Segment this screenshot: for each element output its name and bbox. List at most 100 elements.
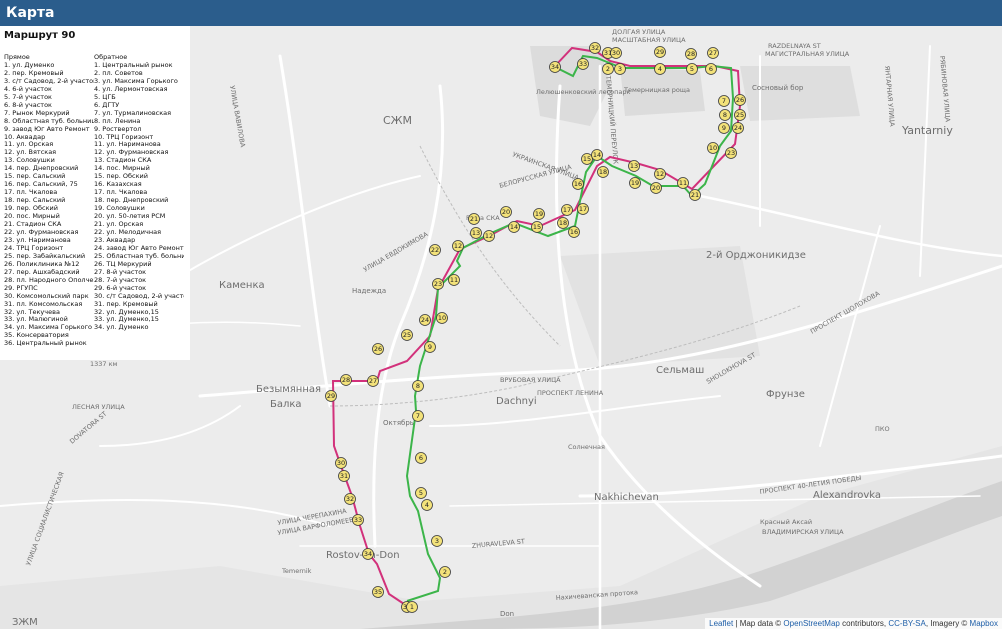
label-yantarny: Yantarniy: [901, 124, 953, 137]
attrib-text-3: , Imagery ©: [925, 619, 970, 628]
stop-marker[interactable]: 3: [614, 63, 626, 75]
ccbysa-link[interactable]: CC-BY-SA: [888, 619, 926, 628]
mapbox-link[interactable]: Mapbox: [970, 619, 998, 628]
stop-list-item: 10. Аквадар: [4, 133, 46, 141]
stop-marker[interactable]: 21: [689, 189, 701, 201]
stop-marker[interactable]: 18: [557, 217, 569, 229]
label-magistralnaya: МАГИСТРАЛЬНАЯ УЛИЦА: [765, 50, 850, 58]
forward-stop-list: 1. ул. Думенко 2. пер. Кремовый 3. с/т Сад…: [4, 62, 94, 348]
stop-list-item: 28. пл. Народного Ополчения: [4, 276, 94, 284]
stop-marker[interactable]: 5: [686, 63, 698, 75]
stop-marker[interactable]: 10: [436, 312, 448, 324]
stop-marker[interactable]: 31: [338, 470, 350, 482]
stop-marker[interactable]: 32: [344, 493, 356, 505]
stop-marker[interactable]: 10: [707, 142, 719, 154]
stop-marker[interactable]: 8: [412, 380, 424, 392]
stop-marker[interactable]: 33: [577, 58, 589, 70]
stop-marker[interactable]: 18: [597, 166, 609, 178]
stop-marker[interactable]: 27: [707, 47, 719, 59]
stop-list-item: 12. ул. Фурмановская: [94, 149, 169, 157]
stop-marker[interactable]: 13: [470, 227, 482, 239]
stop-list-item: 15. пер. Сальский: [4, 173, 66, 181]
stop-marker[interactable]: 26: [734, 94, 746, 106]
stop-marker[interactable]: 17: [561, 204, 573, 216]
svg-text:34: 34: [551, 63, 559, 71]
stop-list-item: 16. Казахская: [94, 181, 142, 189]
stop-marker[interactable]: 12: [452, 240, 464, 252]
stop-marker[interactable]: 30: [335, 457, 347, 469]
label-oktyabr: Октябрь: [383, 419, 414, 427]
stop-marker[interactable]: 20: [650, 182, 662, 194]
stop-marker[interactable]: 9: [718, 122, 730, 134]
stop-marker[interactable]: 12: [483, 230, 495, 242]
stop-marker[interactable]: 33: [352, 514, 364, 526]
stop-list-item: 26. ТЦ Меркурий: [94, 260, 152, 268]
stop-marker[interactable]: 11: [677, 177, 689, 189]
stop-marker[interactable]: 30: [610, 47, 622, 59]
stop-marker[interactable]: 4: [654, 63, 666, 75]
stop-marker[interactable]: 26: [372, 343, 384, 355]
svg-text:8: 8: [723, 111, 727, 119]
stop-marker[interactable]: 15: [531, 221, 543, 233]
stop-marker[interactable]: 19: [629, 177, 641, 189]
stop-marker[interactable]: 11: [448, 274, 460, 286]
svg-text:25: 25: [736, 111, 744, 119]
stop-marker[interactable]: 16: [572, 178, 584, 190]
stop-marker[interactable]: 35: [372, 586, 384, 598]
stop-list-item: 14. пос. Мирный: [94, 165, 150, 173]
stop-marker[interactable]: 2: [439, 566, 451, 578]
stop-list-item: 8. Областная туб. больница: [4, 117, 94, 125]
svg-text:20: 20: [502, 208, 510, 216]
stop-list-item: 23. ул. Нариманова: [4, 236, 71, 244]
stop-marker[interactable]: 34: [549, 61, 561, 73]
stop-marker[interactable]: 16: [568, 226, 580, 238]
stop-marker[interactable]: 6: [705, 63, 717, 75]
stop-marker[interactable]: 2: [602, 63, 614, 75]
label-masshtabnaya: МАСШТАБНАЯ УЛИЦА: [612, 36, 686, 44]
svg-text:34: 34: [364, 550, 372, 558]
stop-marker[interactable]: 14: [508, 221, 520, 233]
stop-marker[interactable]: 28: [685, 48, 697, 60]
stop-list-item: 1. ул. Думенко: [4, 61, 55, 69]
stop-marker[interactable]: 13: [628, 160, 640, 172]
stop-marker[interactable]: 24: [732, 122, 744, 134]
stop-marker[interactable]: 15: [581, 153, 593, 165]
stop-marker[interactable]: 27: [367, 375, 379, 387]
stop-marker[interactable]: 9: [424, 341, 436, 353]
svg-text:25: 25: [403, 331, 411, 339]
stop-marker[interactable]: 28: [340, 374, 352, 386]
stop-marker[interactable]: 29: [654, 46, 666, 58]
stop-marker[interactable]: 21: [468, 213, 480, 225]
stop-marker[interactable]: 7: [718, 95, 730, 107]
stop-marker[interactable]: 20: [500, 206, 512, 218]
stop-marker[interactable]: 32: [589, 42, 601, 54]
stop-list-item: 18. пер. Сальский: [4, 197, 66, 205]
stop-marker[interactable]: 8: [719, 109, 731, 121]
stop-list-item: 34. ул. Максима Горького: [4, 324, 92, 332]
stop-list-item: 31. пер. Кремовый: [94, 300, 158, 308]
stop-marker[interactable]: 17: [577, 203, 589, 215]
stop-marker[interactable]: 29: [325, 390, 337, 402]
stop-marker[interactable]: 12: [654, 168, 666, 180]
stop-marker[interactable]: 23: [725, 147, 737, 159]
stop-list-item: 3. ул. Максима Горького: [94, 77, 178, 85]
leaflet-link[interactable]: Leaflet: [709, 619, 733, 628]
stop-marker[interactable]: 4: [421, 499, 433, 511]
stop-marker[interactable]: 19: [533, 208, 545, 220]
stop-list-item: 7. ул. Турмалиновская: [94, 109, 172, 117]
stop-marker[interactable]: 22: [429, 244, 441, 256]
stop-marker[interactable]: 34: [362, 548, 374, 560]
label-razdelnaya: RAZDELNAYA ST: [768, 42, 821, 50]
stop-marker[interactable]: 6: [415, 452, 427, 464]
stop-marker[interactable]: 25: [401, 329, 413, 341]
stop-marker[interactable]: 23: [432, 278, 444, 290]
stop-marker[interactable]: 7: [412, 410, 424, 422]
stop-marker[interactable]: 25: [734, 109, 746, 121]
osm-link[interactable]: OpenStreetMap: [783, 619, 839, 628]
svg-text:16: 16: [574, 180, 582, 188]
stop-marker[interactable]: 14: [591, 149, 603, 161]
stop-marker[interactable]: 5: [415, 487, 427, 499]
stop-marker[interactable]: 24: [419, 314, 431, 326]
stop-marker[interactable]: 3: [431, 535, 443, 547]
stop-marker[interactable]: 1: [406, 601, 418, 613]
